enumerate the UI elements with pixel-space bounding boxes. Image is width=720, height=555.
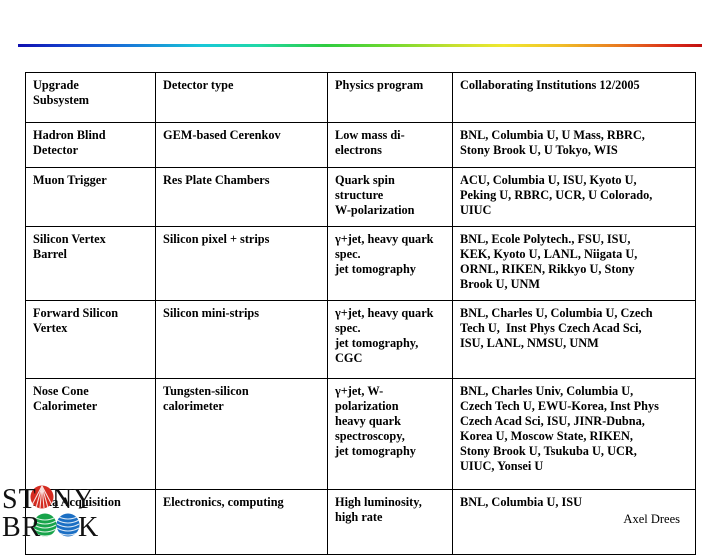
table-row: Muon Trigger Res Plate Chambers Quark sp… [25,167,696,227]
slide-canvas: Upgrade Subsystem Detector type Physics … [0,0,720,555]
header-detector-type: Detector type [155,72,328,123]
cell-physics-program: High luminosity, high rate [327,489,453,555]
cell-institutions: BNL, Charles Univ, Columbia U, Czech Tec… [452,378,696,490]
logo-circle-blue [56,513,80,537]
stony-brook-logo: ST NY BR K [0,483,118,540]
cell-detector-type: GEM-based Cerenkov [155,122,328,168]
cell-institutions: BNL, Ecole Polytech., FSU, ISU, KEK, Kyo… [452,226,696,301]
cell-institutions: BNL, Charles U, Columbia U, Czech Tech U… [452,300,696,379]
cell-subsystem: Forward Silicon Vertex [25,300,156,379]
upgrade-subsystems-table-wrapper: Upgrade Subsystem Detector type Physics … [25,72,696,555]
svg-text:NY: NY [52,484,94,515]
cell-subsystem: Nose Cone Calorimeter [25,378,156,490]
table-header-row: Upgrade Subsystem Detector type Physics … [25,72,696,123]
svg-text:K: K [78,512,99,540]
header-physics-program: Physics program [327,72,453,123]
cell-subsystem: Hadron Blind Detector [25,122,156,168]
upgrade-subsystems-table: Upgrade Subsystem Detector type Physics … [25,72,696,555]
table-row: Hadron Blind Detector GEM-based Cerenkov… [25,122,696,168]
cell-detector-type: Electronics, computing [155,489,328,555]
rainbow-divider [18,44,702,47]
cell-physics-program: γ+jet, heavy quark spec. jet tomography [327,226,453,301]
logo-text-brook: BR [2,512,41,540]
table-row: Forward Silicon Vertex Silicon mini-stri… [25,300,696,379]
cell-detector-type: Res Plate Chambers [155,167,328,227]
cell-institutions: BNL, Columbia U, U Mass, RBRC, Stony Bro… [452,122,696,168]
cell-detector-type: Silicon mini-strips [155,300,328,379]
logo-text-stony: ST [2,484,37,515]
cell-physics-program: γ+jet, W- polarization heavy quark spect… [327,378,453,490]
author-credit: Axel Drees [623,512,680,526]
cell-subsystem: Muon Trigger [25,167,156,227]
header-upgrade-subsystem: Upgrade Subsystem [25,72,156,123]
cell-subsystem: Silicon Vertex Barrel [25,226,156,301]
cell-physics-program: γ+jet, heavy quark spec. jet tomography,… [327,300,453,379]
cell-physics-program: Quark spin structure W-polarization [327,167,453,227]
cell-physics-program: Low mass di- electrons [327,122,453,168]
table-row: Silicon Vertex Barrel Silicon pixel + st… [25,226,696,301]
table-row: Nose Cone Calorimeter Tungsten-silicon c… [25,378,696,490]
header-collaborating-institutions: Collaborating Institutions 12/2005 [452,72,696,123]
cell-detector-type: Silicon pixel + strips [155,226,328,301]
cell-detector-type: Tungsten-silicon calorimeter [155,378,328,490]
cell-institutions: ACU, Columbia U, ISU, Kyoto U, Peking U,… [452,167,696,227]
